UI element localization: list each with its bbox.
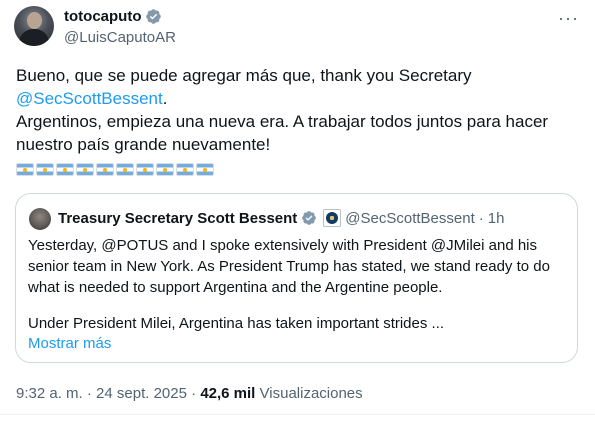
quoted-paragraph-1: Yesterday, @POTUS and I spoke extensivel… <box>28 237 550 296</box>
divider <box>0 414 595 415</box>
avatar-body-shape <box>19 29 49 46</box>
tweet-text: Bueno, que se puede agregar más que, tha… <box>16 64 576 156</box>
tweet-date[interactable]: 24 sept. 2025 <box>96 385 187 402</box>
argentina-flag-icon <box>176 163 194 176</box>
author-display-name[interactable]: totocaputo <box>64 8 141 25</box>
quoted-tweet-card[interactable]: Treasury Secretary Scott Bessent @SecSco… <box>15 193 578 363</box>
separator-dot: · <box>191 385 197 402</box>
separator-dot: · <box>86 385 92 402</box>
quoted-paragraph-2: Under President Milei, Argentina has tak… <box>28 315 445 332</box>
treasury-seal-icon <box>323 209 342 227</box>
quoted-author-handle[interactable]: @SecScottBessent <box>345 210 474 227</box>
tweet-meta: 9:32 a. m. · 24 sept. 2025 · 42,6 mil Vi… <box>16 385 363 402</box>
argentina-flags-row <box>16 163 214 176</box>
quoted-tweet-text: Yesterday, @POTUS and I spoke extensivel… <box>28 235 568 334</box>
argentina-flag-icon <box>76 163 94 176</box>
views-count: 42,6 mil <box>200 385 256 402</box>
tweet-line-1-text: Bueno, que se puede agregar más que, tha… <box>16 66 472 85</box>
tweet-time[interactable]: 9:32 a. m. <box>16 385 83 402</box>
author-handle[interactable]: @LuisCaputoAR <box>64 29 176 46</box>
argentina-flag-icon <box>156 163 174 176</box>
argentina-flag-icon <box>16 163 34 176</box>
author-avatar[interactable] <box>14 6 54 46</box>
mention-link[interactable]: @SecScottBessent <box>16 89 163 108</box>
avatar-head-shape <box>27 12 42 29</box>
quoted-author-name[interactable]: Treasury Secretary Scott Bessent <box>58 210 297 227</box>
tweet-line-2: Argentinos, empieza una nueva era. A tra… <box>16 112 549 154</box>
author-name-row[interactable]: totocaputo <box>64 8 162 25</box>
quoted-timestamp[interactable]: 1h <box>488 210 505 227</box>
tweet-line-1: Bueno, que se puede agregar más que, tha… <box>16 64 576 110</box>
quoted-author-avatar[interactable] <box>29 208 51 230</box>
argentina-flag-icon <box>196 163 214 176</box>
argentina-flag-icon <box>36 163 54 176</box>
more-options-icon[interactable]: ··· <box>558 8 579 29</box>
quoted-tweet-header: Treasury Secretary Scott Bessent @SecSco… <box>58 209 504 227</box>
views-label: Visualizaciones <box>259 385 363 402</box>
argentina-flag-icon <box>96 163 114 176</box>
argentina-flag-icon <box>136 163 154 176</box>
verified-badge-icon <box>302 211 317 225</box>
argentina-flag-icon <box>56 163 74 176</box>
show-more-link[interactable]: Mostrar más <box>28 335 111 352</box>
argentina-flag-icon <box>116 163 134 176</box>
verified-badge-icon <box>146 9 162 24</box>
separator-dot: · <box>478 209 484 227</box>
tweet-line-1-end: . <box>162 89 168 108</box>
